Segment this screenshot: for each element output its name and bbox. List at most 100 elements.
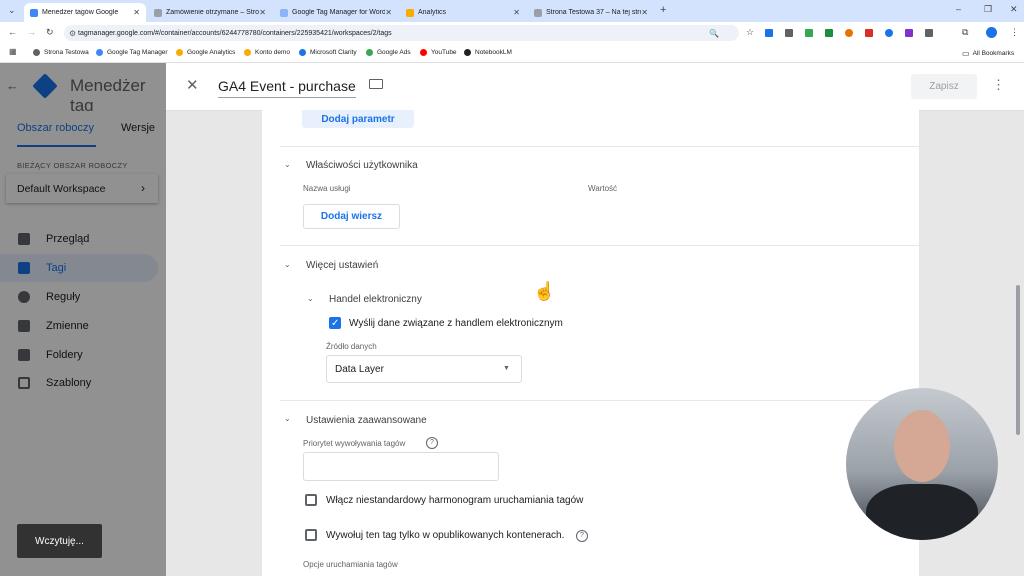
bookmark-favicon-icon xyxy=(420,49,427,56)
bookmark-item[interactable]: Strona Testowa xyxy=(33,49,89,56)
extensions-puzzle-icon[interactable]: ⧉ xyxy=(962,27,968,38)
bookmark-item[interactable]: Google Ads xyxy=(366,49,411,56)
save-button[interactable]: Zapisz xyxy=(911,74,977,99)
bookmark-star-icon[interactable]: ☆ xyxy=(746,27,754,38)
bookmarks-bar: ▦ Strona Testowa Google Tag Manager Goog… xyxy=(0,44,1024,63)
custom-schedule-label[interactable]: Włącz niestandardowy harmonogram urucham… xyxy=(326,495,583,506)
more-vert-icon[interactable]: ⋮ xyxy=(992,77,1005,93)
bookmark-item[interactable]: Google Analytics xyxy=(176,49,235,56)
section-divider xyxy=(280,146,919,147)
url-bar[interactable]: ⚙ tagmanager.google.com/#/container/acco… xyxy=(64,25,739,41)
extension-icon[interactable] xyxy=(785,29,793,37)
priority-input[interactable] xyxy=(303,452,499,481)
priority-label: Priorytet wywoływania tagów xyxy=(303,439,406,448)
close-icon[interactable]: ✕ xyxy=(186,76,199,94)
bookmark-favicon-icon xyxy=(176,49,183,56)
add-parameter-button[interactable]: Dodaj parametr xyxy=(302,110,414,128)
advanced-settings-title[interactable]: Ustawienia zaawansowane xyxy=(306,415,427,426)
zoom-icon[interactable]: 🔍 xyxy=(709,29,719,38)
send-ecommerce-checkbox[interactable]: ✓ xyxy=(329,317,341,329)
extension-icon[interactable] xyxy=(825,29,833,37)
col-name-label: Nazwa usługi xyxy=(303,184,351,193)
extension-icon[interactable] xyxy=(905,29,913,37)
data-source-select[interactable]: Data Layer ▼ xyxy=(326,355,522,383)
reload-icon[interactable]: ↻ xyxy=(46,27,54,38)
hand-cursor-icon: ☝ xyxy=(533,281,556,301)
more-settings-title[interactable]: Więcej ustawień xyxy=(306,260,378,271)
all-bookmarks[interactable]: ▭ All Bookmarks xyxy=(962,49,1014,58)
extension-icon[interactable] xyxy=(805,29,813,37)
bookmark-favicon-icon xyxy=(366,49,373,56)
folder-icon: ▭ xyxy=(962,49,970,58)
profile-avatar[interactable] xyxy=(986,27,997,38)
bookmark-favicon-icon xyxy=(33,49,40,56)
chrome-menu-icon[interactable]: ⋮ xyxy=(1010,27,1019,38)
folder-icon[interactable] xyxy=(369,79,383,89)
bookmark-favicon-icon xyxy=(96,49,103,56)
only-published-label[interactable]: Wywołuj ten tag tylko w opublikowanych k… xyxy=(326,530,564,541)
close-tab-icon[interactable]: ✕ xyxy=(385,8,392,17)
extension-icon[interactable] xyxy=(865,29,873,37)
site-info-icon[interactable]: ⚙ xyxy=(69,29,76,38)
bookmark-item[interactable]: Konto demo xyxy=(244,49,290,56)
help-icon[interactable]: ? xyxy=(426,437,438,449)
tag-title[interactable]: GA4 Event - purchase xyxy=(218,78,356,98)
new-tab-button[interactable]: + xyxy=(660,4,666,16)
page-favicon-icon xyxy=(154,8,162,17)
chevron-down-icon[interactable]: ⌄ xyxy=(307,294,314,303)
extension-icon[interactable] xyxy=(885,29,893,37)
user-properties-title[interactable]: Właściwości użytkownika xyxy=(306,160,418,171)
page-favicon-icon xyxy=(534,8,542,17)
maximize-button[interactable]: ❐ xyxy=(984,4,992,15)
section-divider xyxy=(280,245,919,246)
ecommerce-title[interactable]: Handel elektroniczny xyxy=(329,294,422,305)
page-scrollbar[interactable] xyxy=(1016,285,1020,435)
only-published-checkbox[interactable] xyxy=(305,529,317,541)
add-row-button[interactable]: Dodaj wiersz xyxy=(303,204,400,229)
bookmark-favicon-icon xyxy=(299,49,306,56)
back-icon[interactable]: ← xyxy=(8,27,17,37)
close-tab-icon[interactable]: ✕ xyxy=(513,8,520,17)
tab-test-page[interactable]: Strona Testowa 37 – Na tej stro ✕ xyxy=(528,3,654,22)
minimize-button[interactable]: – xyxy=(956,4,961,14)
extension-icon[interactable] xyxy=(845,29,853,37)
bookmark-item[interactable]: NotebookLM xyxy=(464,49,512,56)
section-divider xyxy=(280,400,919,401)
bookmark-favicon-icon xyxy=(464,49,471,56)
browser-tab-strip: ⌄ Menedżer tagów Google ✕ Zamówienie otr… xyxy=(0,0,1024,22)
face-shape xyxy=(894,410,950,482)
bookmark-item[interactable]: Microsoft Clarity xyxy=(299,49,357,56)
bookmark-item[interactable]: Google Tag Manager xyxy=(96,49,168,56)
custom-schedule-checkbox[interactable] xyxy=(305,494,317,506)
tab-gtm[interactable]: Menedżer tagów Google ✕ xyxy=(24,3,146,22)
col-value-label: Wartość xyxy=(588,184,618,193)
dropdown-arrow-icon: ▼ xyxy=(503,365,510,372)
tab-search-icon[interactable]: ⌄ xyxy=(8,5,16,16)
modal-scrim xyxy=(0,63,166,576)
chevron-down-icon[interactable]: ⌄ xyxy=(284,160,291,169)
tab-gtm-wp[interactable]: Google Tag Manager for Word ✕ xyxy=(274,3,398,22)
tab-order[interactable]: Zamówienie otrzymane – Stron ✕ xyxy=(148,3,272,22)
close-tab-icon[interactable]: ✕ xyxy=(259,8,266,17)
shirt-shape xyxy=(866,484,978,540)
data-source-label: Źródło danych xyxy=(326,342,377,351)
forward-icon[interactable]: → xyxy=(27,27,36,37)
close-tab-icon[interactable]: ✕ xyxy=(641,8,648,17)
chevron-down-icon[interactable]: ⌄ xyxy=(284,260,291,269)
tab-analytics[interactable]: Analytics ✕ xyxy=(400,3,526,22)
tag-editor-body: Dodaj parametr ⌄ Właściwości użytkownika… xyxy=(262,110,919,576)
bookmark-item[interactable]: YouTube xyxy=(420,49,457,56)
close-tab-icon[interactable]: ✕ xyxy=(133,8,140,17)
apps-grid-icon[interactable]: ▦ xyxy=(9,47,17,56)
webcam-avatar xyxy=(846,388,998,540)
close-window-button[interactable]: ✕ xyxy=(1010,4,1018,15)
gtm-favicon-icon xyxy=(30,8,38,17)
help-icon[interactable]: ? xyxy=(576,530,588,542)
chevron-down-icon[interactable]: ⌄ xyxy=(284,414,291,423)
firing-options-label: Opcje uruchamiania tagów xyxy=(303,560,398,569)
send-ecommerce-label[interactable]: Wyślij dane związane z handlem elektroni… xyxy=(349,318,563,329)
loading-snackbar: Wczytuję... xyxy=(17,524,102,558)
extension-icon[interactable] xyxy=(925,29,933,37)
bookmark-favicon-icon xyxy=(244,49,251,56)
extension-icon[interactable] xyxy=(765,29,773,37)
